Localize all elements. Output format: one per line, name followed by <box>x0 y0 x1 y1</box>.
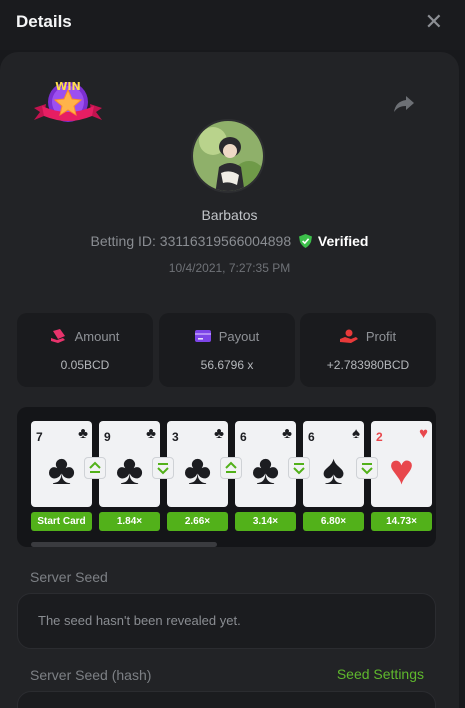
avatar <box>191 119 265 193</box>
player-name: Barbatos <box>201 207 258 223</box>
playing-card: 7 ♣ ♣ <box>31 421 92 507</box>
server-seed-text: The seed hasn't been revealed yet. <box>38 613 241 628</box>
multiplier-pill: 6.80× <box>303 512 364 531</box>
share-icon[interactable] <box>392 92 416 116</box>
lower-arrow-icon <box>152 457 174 479</box>
card-rank: 3 <box>172 430 179 444</box>
card-suit-small: ♣ <box>214 425 224 442</box>
payout-stat-label: Payout <box>159 329 295 344</box>
playing-card: 2 ♥ ♥ <box>371 421 432 507</box>
betting-id-line: Betting ID: 33116319566004898 Verified <box>0 233 459 249</box>
amount-value: 0.05BCD <box>60 358 110 372</box>
card-suit-big: ♥ <box>389 446 414 493</box>
card-suit-small: ♥ <box>419 425 428 442</box>
profit-stat: Profit +2.783980BCD <box>300 313 436 387</box>
multiplier-pill: 2.66× <box>167 512 228 531</box>
card-rank: 7 <box>36 430 43 444</box>
server-seed-hash-box[interactable] <box>17 691 436 708</box>
profit-icon <box>339 329 358 343</box>
playing-card: 6 ♣ ♣ <box>235 421 296 507</box>
verified-label: Verified <box>317 233 369 249</box>
svg-text:WIN: WIN <box>55 80 80 93</box>
multiplier-pill: 14.73× <box>371 512 432 531</box>
playing-card: 6 ♠ ♠ <box>303 421 364 507</box>
profit-stat-label: Profit <box>300 329 436 344</box>
playing-card: 9 ♣ ♣ <box>99 421 160 507</box>
multiplier-pill: 1.84× <box>99 512 160 531</box>
card-suit-small: ♣ <box>282 425 292 442</box>
amount-icon <box>50 329 65 343</box>
lower-arrow-icon <box>288 457 310 479</box>
card-suit-small: ♣ <box>146 425 156 442</box>
betting-id-label: Betting ID: <box>90 233 156 249</box>
card-rank: 6 <box>240 430 247 444</box>
card-suit-big: ♣ <box>251 446 280 493</box>
wallet-icon <box>194 330 211 342</box>
payout-value: 56.6796 x <box>200 358 254 372</box>
payout-stat: Payout 56.6796 x <box>159 313 295 387</box>
server-seed-hash-label: Server Seed (hash) <box>30 667 152 683</box>
dialog-title: Details <box>16 12 72 31</box>
playing-card: 3 ♣ ♣ <box>167 421 228 507</box>
betting-id-value: 33116319566004898 <box>159 233 292 249</box>
higher-arrow-icon <box>220 457 242 479</box>
server-seed-box[interactable]: The seed hasn't been revealed yet. <box>17 593 436 649</box>
card-suit-big: ♣ <box>183 446 212 493</box>
multiplier-pill: Start Card <box>31 512 92 531</box>
bet-date: 10/4/2021, 7:27:35 PM <box>168 261 291 275</box>
server-seed-label: Server Seed <box>30 569 108 585</box>
amount-stat-label: Amount <box>17 329 153 344</box>
amount-stat: Amount 0.05BCD <box>17 313 153 387</box>
card-suit-small: ♠ <box>352 425 360 442</box>
verified-shield-icon <box>299 234 312 248</box>
horizontal-scrollbar[interactable] <box>31 542 217 547</box>
cards-history[interactable]: 7 ♣ ♣ 9 ♣ ♣ 3 ♣ ♣ 6 ♣ ♣ 6 ♠ ♠ 2 ♥ ♥ Star… <box>17 407 436 547</box>
close-icon[interactable]: ✕ <box>425 9 443 35</box>
win-badge-icon: WIN <box>34 80 102 122</box>
profit-value: +2.783980BCD <box>326 358 410 372</box>
card-suit-big: ♣ <box>115 446 144 493</box>
card-rank: 6 <box>308 430 315 444</box>
details-header: Details ✕ <box>0 0 465 50</box>
card-rank: 9 <box>104 430 111 444</box>
lower-arrow-icon <box>356 457 378 479</box>
seed-settings-link[interactable]: Seed Settings <box>337 666 424 682</box>
multiplier-pill: 3.14× <box>235 512 296 531</box>
card-suit-big: ♣ <box>47 446 76 493</box>
card-rank: 2 <box>376 430 383 444</box>
card-suit-small: ♣ <box>78 425 88 442</box>
higher-arrow-icon <box>84 457 106 479</box>
card-suit-big: ♠ <box>322 446 345 493</box>
